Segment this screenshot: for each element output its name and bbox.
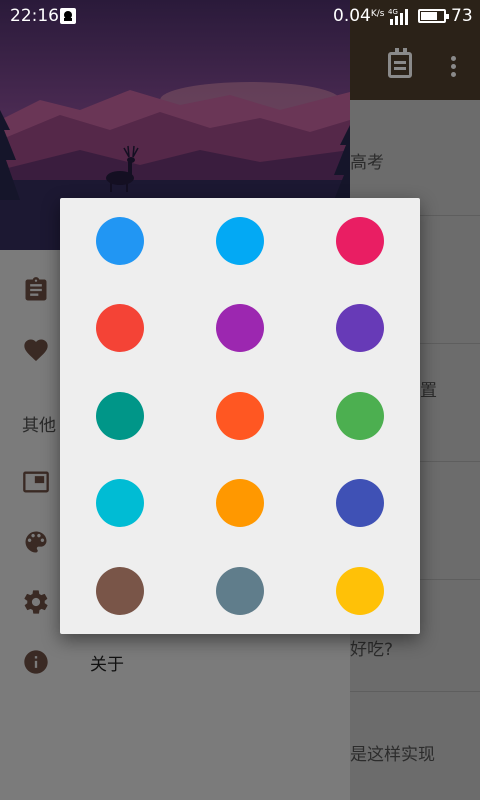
color-swatch[interactable] bbox=[216, 392, 264, 440]
signal-icon: 4G bbox=[388, 7, 412, 30]
network-speed-value: 0.04 bbox=[333, 6, 371, 26]
color-swatch[interactable] bbox=[336, 567, 384, 615]
color-swatch[interactable] bbox=[96, 479, 144, 527]
color-swatch[interactable] bbox=[216, 479, 264, 527]
battery-icon bbox=[418, 9, 449, 23]
heart-icon bbox=[22, 336, 50, 364]
settings-icon bbox=[22, 588, 50, 616]
notification-icon bbox=[60, 8, 76, 24]
drawer-item-about[interactable]: 关于 bbox=[0, 632, 350, 692]
color-swatch[interactable] bbox=[96, 567, 144, 615]
color-swatch[interactable] bbox=[96, 217, 144, 265]
palette-icon bbox=[22, 528, 50, 556]
calendar-icon[interactable] bbox=[388, 48, 412, 78]
color-swatch[interactable] bbox=[336, 304, 384, 352]
color-swatch[interactable] bbox=[216, 304, 264, 352]
clipboard-icon bbox=[22, 276, 50, 304]
drawer-item-label: 关于 bbox=[90, 655, 124, 675]
picture-in-picture-icon bbox=[22, 468, 50, 496]
network-speed-unit: K/s bbox=[370, 9, 385, 19]
color-swatch[interactable] bbox=[216, 567, 264, 615]
network-type-label: 4G bbox=[388, 8, 398, 16]
battery-fill bbox=[421, 12, 438, 20]
color-swatch[interactable] bbox=[336, 479, 384, 527]
network-speed: 0.04K/s bbox=[333, 6, 384, 26]
color-swatch[interactable] bbox=[336, 217, 384, 265]
overflow-menu-icon[interactable] bbox=[451, 56, 456, 61]
status-time: 22:16 bbox=[10, 6, 59, 26]
battery-level: 73 bbox=[451, 6, 473, 26]
info-icon bbox=[22, 648, 50, 676]
color-swatch[interactable] bbox=[336, 392, 384, 440]
list-item-title: 高考 bbox=[350, 153, 384, 173]
color-swatch[interactable] bbox=[216, 217, 264, 265]
color-swatch[interactable] bbox=[96, 304, 144, 352]
status-bar: 22:16 0.04K/s 4G 73 bbox=[0, 0, 480, 32]
color-swatch[interactable] bbox=[96, 392, 144, 440]
color-picker-dialog bbox=[60, 198, 420, 634]
drawer-section-header: 其他 bbox=[22, 416, 56, 436]
list-item-title: 是这样实现 bbox=[350, 745, 435, 765]
